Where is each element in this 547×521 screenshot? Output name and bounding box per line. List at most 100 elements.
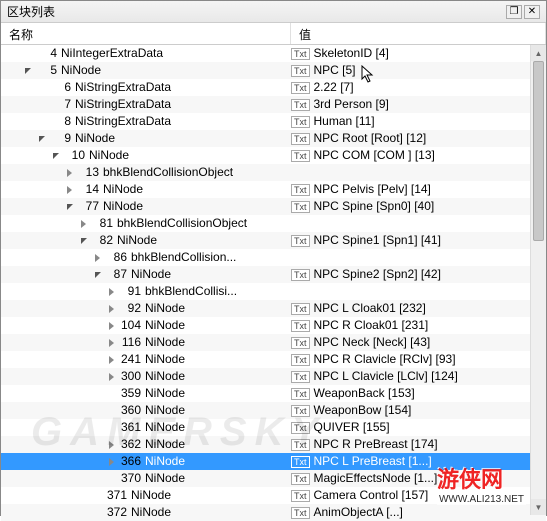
row-name: NiStringExtraData xyxy=(75,96,171,113)
scroll-thumb[interactable] xyxy=(533,61,544,241)
name-cell: 81bhkBlendCollisionObject xyxy=(1,215,291,232)
name-cell: 91bhkBlendCollisi... xyxy=(1,283,291,300)
row-name: NiNode xyxy=(145,385,185,402)
collapse-icon[interactable] xyxy=(79,236,89,246)
expand-icon[interactable] xyxy=(79,219,89,229)
expand-icon[interactable] xyxy=(107,321,117,331)
tree-row[interactable]: 360NiNodeTxtWeaponBow [154] xyxy=(1,402,546,419)
tree-row[interactable]: 81bhkBlendCollisionObject xyxy=(1,215,546,232)
value-cell: TxtAnimObjectA [...] xyxy=(291,504,546,521)
name-cell: 5NiNode xyxy=(1,62,291,79)
type-tag: Txt xyxy=(291,201,310,213)
row-value: NPC COM [COM ] [13] xyxy=(314,147,435,164)
dock-button[interactable]: ❐ xyxy=(506,5,522,19)
collapse-icon[interactable] xyxy=(37,134,47,144)
tree-row[interactable]: 6NiStringExtraDataTxt2.22 [7] xyxy=(1,79,546,96)
tree-row[interactable]: 9NiNodeTxtNPC Root [Root] [12] xyxy=(1,130,546,147)
name-cell: 372NiNode xyxy=(1,504,291,521)
tree-row[interactable]: 92NiNodeTxtNPC L Cloak01 [232] xyxy=(1,300,546,317)
type-tag: Txt xyxy=(291,388,310,400)
type-tag: Txt xyxy=(291,320,310,332)
expand-icon[interactable] xyxy=(107,355,117,365)
expand-icon[interactable] xyxy=(107,457,117,467)
column-value[interactable]: 值 xyxy=(291,23,546,44)
tree-row[interactable]: 362NiNodeTxtNPC R PreBreast [174] xyxy=(1,436,546,453)
tree-row[interactable]: 7NiStringExtraDataTxt3rd Person [9] xyxy=(1,96,546,113)
name-cell: 13bhkBlendCollisionObject xyxy=(1,164,291,181)
name-cell: 370NiNode xyxy=(1,470,291,487)
row-value: NPC Pelvis [Pelv] [14] xyxy=(314,181,431,198)
row-index: 360 xyxy=(119,402,141,419)
row-index: 10 xyxy=(63,147,85,164)
tree-row[interactable]: 241NiNodeTxtNPC R Clavicle [RClv] [93] xyxy=(1,351,546,368)
expand-icon[interactable] xyxy=(107,440,117,450)
row-index: 359 xyxy=(119,385,141,402)
expand-icon[interactable] xyxy=(65,168,75,178)
tree-row[interactable]: 5NiNodeTxtNPC [5] xyxy=(1,62,546,79)
collapse-icon[interactable] xyxy=(51,151,61,161)
close-button[interactable]: ✕ xyxy=(524,5,540,19)
name-cell: 104NiNode xyxy=(1,317,291,334)
tree-row[interactable]: 4NiIntegerExtraDataTxtSkeletonID [4] xyxy=(1,45,546,62)
row-index: 9 xyxy=(49,130,71,147)
tree-row[interactable]: 87NiNodeTxtNPC Spine2 [Spn2] [42] xyxy=(1,266,546,283)
value-cell: TxtNPC L Cloak01 [232] xyxy=(291,300,546,317)
row-index: 81 xyxy=(91,215,113,232)
tree-row[interactable]: 86bhkBlendCollision... xyxy=(1,249,546,266)
column-header: 名称 值 xyxy=(1,23,546,45)
type-tag: Txt xyxy=(291,473,310,485)
value-cell: TxtQUIVER [155] xyxy=(291,419,546,436)
row-value: NPC Spine1 [Spn1] [41] xyxy=(314,232,441,249)
row-name: bhkBlendCollisionObject xyxy=(117,215,247,232)
type-tag: Txt xyxy=(291,48,310,60)
tree-row[interactable]: 116NiNodeTxtNPC Neck [Neck] [43] xyxy=(1,334,546,351)
tree-row[interactable]: 361NiNodeTxtQUIVER [155] xyxy=(1,419,546,436)
tree-row[interactable]: 104NiNodeTxtNPC R Cloak01 [231] xyxy=(1,317,546,334)
name-cell: 366NiNode xyxy=(1,453,291,470)
expand-icon[interactable] xyxy=(107,372,117,382)
row-value: QUIVER [155] xyxy=(314,419,390,436)
collapse-icon[interactable] xyxy=(23,66,33,76)
row-name: NiNode xyxy=(89,147,129,164)
tree-row[interactable]: 372NiNodeTxtAnimObjectA [...] xyxy=(1,504,546,521)
type-tag: Txt xyxy=(291,184,310,196)
expand-icon[interactable] xyxy=(107,287,117,297)
row-index: 116 xyxy=(119,334,141,351)
tree-row[interactable]: 366NiNodeTxtNPC L PreBreast [1...] xyxy=(1,453,546,470)
type-tag: Txt xyxy=(291,371,310,383)
tree-row[interactable]: 359NiNodeTxtWeaponBack [153] xyxy=(1,385,546,402)
tree-row[interactable]: 8NiStringExtraDataTxtHuman [11] xyxy=(1,113,546,130)
name-cell: 362NiNode xyxy=(1,436,291,453)
tree-row[interactable]: 77NiNodeTxtNPC Spine [Spn0] [40] xyxy=(1,198,546,215)
value-cell: TxtNPC Spine2 [Spn2] [42] xyxy=(291,266,546,283)
column-name[interactable]: 名称 xyxy=(1,23,291,44)
row-name: NiNode xyxy=(117,232,157,249)
row-index: 370 xyxy=(119,470,141,487)
collapse-icon[interactable] xyxy=(93,270,103,280)
tree-row[interactable]: 370NiNodeTxtMagicEffectsNode [1...] xyxy=(1,470,546,487)
tree-row[interactable]: 14NiNodeTxtNPC Pelvis [Pelv] [14] xyxy=(1,181,546,198)
expand-icon[interactable] xyxy=(65,185,75,195)
tree-row[interactable]: 371NiNodeTxtCamera Control [157] xyxy=(1,487,546,504)
tree-row[interactable]: 91bhkBlendCollisi... xyxy=(1,283,546,300)
collapse-icon[interactable] xyxy=(65,202,75,212)
type-tag: Txt xyxy=(291,303,310,315)
expand-icon[interactable] xyxy=(93,253,103,263)
tree-view[interactable]: 4NiIntegerExtraDataTxtSkeletonID [4]5NiN… xyxy=(1,45,546,521)
tree-row[interactable]: 13bhkBlendCollisionObject xyxy=(1,164,546,181)
vertical-scrollbar[interactable]: ▲ ▼ xyxy=(530,45,546,515)
tree-row[interactable]: 300NiNodeTxtNPC L Clavicle [LClv] [124] xyxy=(1,368,546,385)
row-index: 7 xyxy=(49,96,71,113)
tree-row[interactable]: 82NiNodeTxtNPC Spine1 [Spn1] [41] xyxy=(1,232,546,249)
name-cell: 360NiNode xyxy=(1,402,291,419)
row-name: NiStringExtraData xyxy=(75,79,171,96)
row-name: NiIntegerExtraData xyxy=(61,45,163,62)
expand-icon[interactable] xyxy=(107,338,117,348)
tree-row[interactable]: 10NiNodeTxtNPC COM [COM ] [13] xyxy=(1,147,546,164)
expand-icon[interactable] xyxy=(107,304,117,314)
row-index: 371 xyxy=(105,487,127,504)
row-name: NiNode xyxy=(145,317,185,334)
scroll-up-button[interactable]: ▲ xyxy=(531,45,546,61)
scroll-down-button[interactable]: ▼ xyxy=(531,499,546,515)
name-cell: 10NiNode xyxy=(1,147,291,164)
